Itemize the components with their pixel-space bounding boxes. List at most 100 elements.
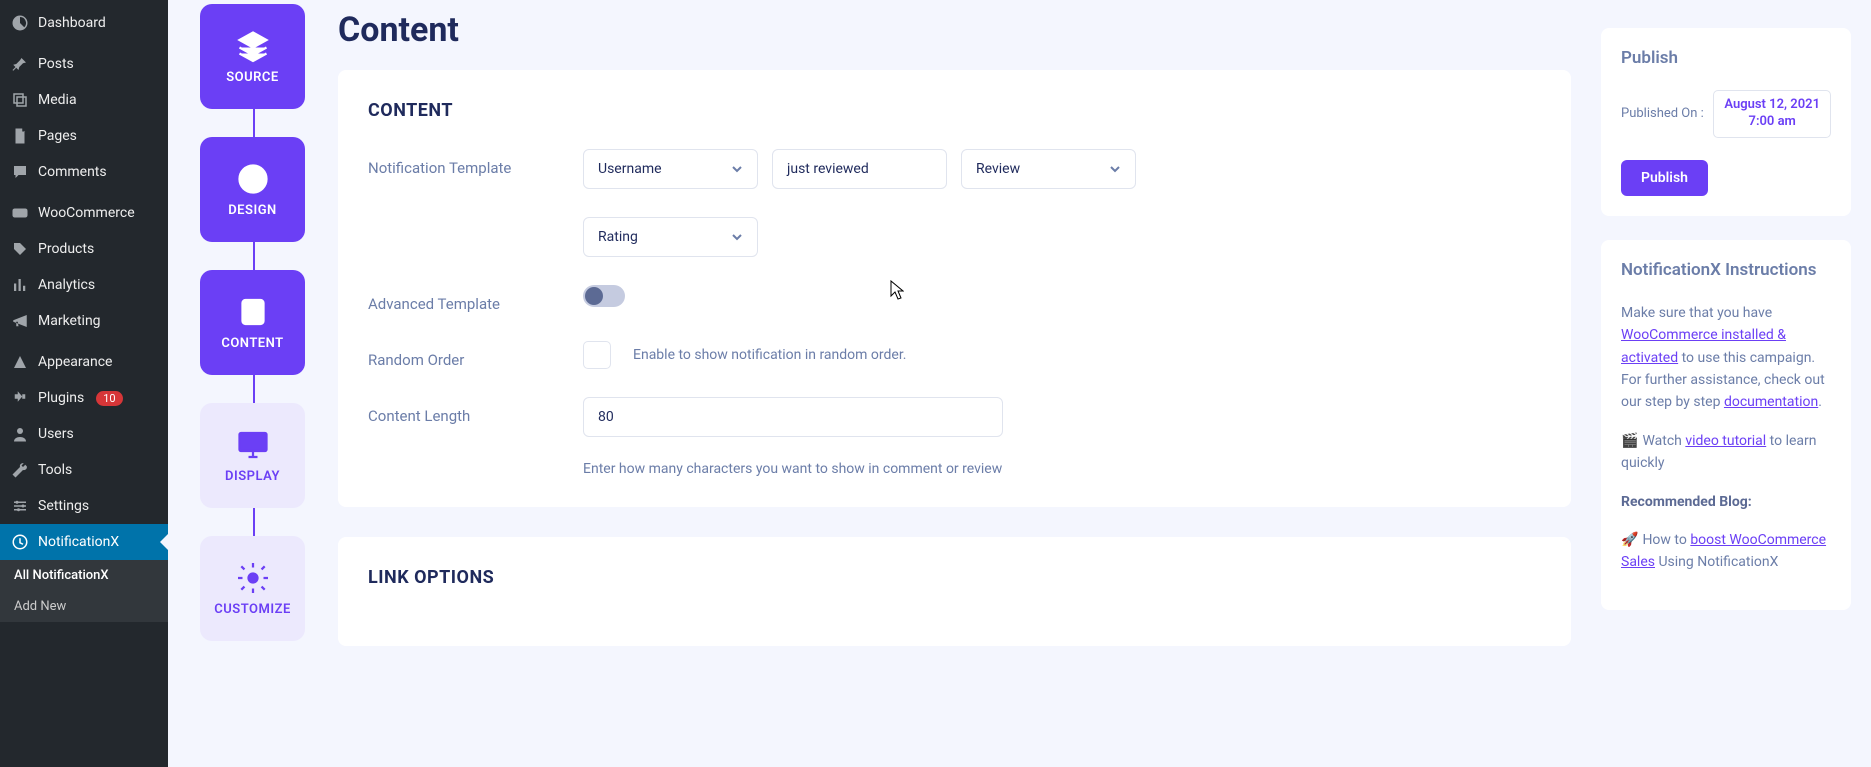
- sidebar-label: Products: [38, 241, 94, 257]
- sidebar-label: Pages: [38, 128, 77, 144]
- toggle-advanced-template[interactable]: [583, 285, 625, 307]
- instructions-card: NotificationX Instructions Make sure tha…: [1601, 240, 1851, 610]
- sidebar-label: Media: [38, 92, 77, 108]
- step-source[interactable]: SOURCE: [200, 4, 305, 109]
- sidebar-label: Appearance: [38, 354, 112, 370]
- comment-icon: [10, 162, 30, 182]
- main-content: Content CONTENT Notification Template Us…: [338, 0, 1601, 767]
- sidebar-item-comments[interactable]: Comments: [0, 154, 168, 190]
- sidebar-sub-all-notificationx[interactable]: All NotificationX: [0, 560, 168, 591]
- dropdown-value: Rating: [598, 229, 638, 245]
- dropdown-value: Username: [598, 161, 662, 177]
- sidebar-sub-label: All NotificationX: [14, 568, 109, 583]
- sidebar-item-settings[interactable]: Settings: [0, 488, 168, 524]
- step-customize[interactable]: CUSTOMIZE: [200, 536, 305, 641]
- label-advanced: Advanced Template: [368, 285, 583, 313]
- pages-icon: [10, 126, 30, 146]
- dropdown-review[interactable]: Review: [961, 149, 1136, 189]
- step-label: DISPLAY: [225, 469, 280, 484]
- sidebar-item-tools[interactable]: Tools: [0, 452, 168, 488]
- link-video-tutorial[interactable]: video tutorial: [1685, 433, 1766, 449]
- sidebar-item-woocommerce[interactable]: WooCommerce: [0, 195, 168, 231]
- settings-icon: [10, 496, 30, 516]
- sidebar-label: Plugins: [38, 390, 84, 406]
- step-design[interactable]: DESIGN: [200, 137, 305, 242]
- step-label: CUSTOMIZE: [214, 602, 291, 617]
- sidebar-sub-label: Add New: [14, 599, 66, 614]
- help-random: Enable to show notification in random or…: [633, 347, 906, 363]
- sidebar-item-users[interactable]: Users: [0, 416, 168, 452]
- instructions-p1: Make sure that you have WooCommerce inst…: [1621, 302, 1831, 414]
- chevron-down-icon: [731, 163, 743, 175]
- card-title-content: CONTENT: [368, 100, 1541, 121]
- monitor-icon: [235, 427, 271, 463]
- sidebar-item-dashboard[interactable]: Dashboard: [0, 5, 168, 41]
- link-options-card: LINK OPTIONS: [338, 537, 1571, 646]
- step-nav: SOURCE DESIGN CONTENT DISPLAY CUSTOMIZE: [168, 0, 338, 767]
- users-icon: [10, 424, 30, 444]
- row-advanced-template: Advanced Template: [368, 285, 1541, 313]
- step-label: SOURCE: [226, 70, 279, 85]
- published-on-value[interactable]: August 12, 2021 7:00 am: [1713, 90, 1831, 138]
- tools-icon: [10, 460, 30, 480]
- step-content[interactable]: CONTENT: [200, 270, 305, 375]
- sidebar-item-appearance[interactable]: Appearance: [0, 344, 168, 380]
- products-icon: [10, 239, 30, 259]
- wp-admin-sidebar: Dashboard Posts Media Pages Comments Woo…: [0, 0, 168, 767]
- sidebar-item-marketing[interactable]: Marketing: [0, 303, 168, 339]
- publish-time: 7:00 am: [1749, 114, 1796, 129]
- label-template: Notification Template: [368, 149, 583, 177]
- sidebar-label: Marketing: [38, 313, 101, 329]
- instructions-p2: 🎬Watch video tutorial to learn quickly: [1621, 430, 1831, 475]
- link-documentation[interactable]: documentation: [1724, 394, 1818, 410]
- sidebar-label: Settings: [38, 498, 89, 514]
- gear-icon: [235, 560, 271, 596]
- page-title: Content: [338, 10, 1571, 50]
- chevron-down-icon: [1109, 163, 1121, 175]
- notifx-icon: [10, 532, 30, 552]
- label-random: Random Order: [368, 341, 583, 369]
- sidebar-item-posts[interactable]: Posts: [0, 46, 168, 82]
- sidebar-label: Analytics: [38, 277, 95, 293]
- publish-date: August 12, 2021: [1724, 97, 1820, 112]
- sidebar-item-pages[interactable]: Pages: [0, 118, 168, 154]
- pin-icon: [10, 54, 30, 74]
- dashboard-icon: [10, 13, 30, 33]
- sidebar-label: NotificationX: [38, 534, 119, 550]
- publish-card: Publish Published On : August 12, 2021 7…: [1601, 28, 1851, 216]
- input-value: 80: [598, 409, 614, 425]
- dropdown-rating[interactable]: Rating: [583, 217, 758, 257]
- sidebar-label: Dashboard: [38, 15, 106, 31]
- publish-button[interactable]: Publish: [1621, 160, 1708, 196]
- input-middle-text[interactable]: just reviewed: [772, 149, 947, 189]
- content-card: CONTENT Notification Template Username j…: [338, 70, 1571, 507]
- sidebar-label: WooCommerce: [38, 205, 135, 221]
- sidebar-item-notificationx[interactable]: NotificationX: [0, 524, 168, 560]
- input-content-length[interactable]: 80: [583, 397, 1003, 437]
- dropdown-value: Review: [976, 161, 1020, 177]
- step-label: CONTENT: [221, 336, 283, 351]
- instructions-p3: Recommended Blog:: [1621, 491, 1831, 513]
- checkbox-random-order[interactable]: [583, 341, 611, 369]
- publish-title: Publish: [1621, 48, 1831, 68]
- analytics-icon: [10, 275, 30, 295]
- right-panel: Publish Published On : August 12, 2021 7…: [1601, 0, 1871, 767]
- sidebar-item-media[interactable]: Media: [0, 82, 168, 118]
- plugins-icon: [10, 388, 30, 408]
- sidebar-item-analytics[interactable]: Analytics: [0, 267, 168, 303]
- step-display[interactable]: DISPLAY: [200, 403, 305, 508]
- dropdown-username[interactable]: Username: [583, 149, 758, 189]
- row-template: Notification Template Username just revi…: [368, 149, 1541, 257]
- publish-row: Published On : August 12, 2021 7:00 am: [1621, 90, 1831, 138]
- instructions-title: NotificationX Instructions: [1621, 260, 1831, 280]
- input-value: just reviewed: [787, 161, 869, 177]
- play-icon: 🎬: [1621, 433, 1638, 449]
- media-icon: [10, 90, 30, 110]
- layers-icon: [235, 28, 271, 64]
- sidebar-item-products[interactable]: Products: [0, 231, 168, 267]
- sidebar-item-plugins[interactable]: Plugins10: [0, 380, 168, 416]
- sidebar-sub-add-new[interactable]: Add New: [0, 591, 168, 622]
- instructions-p4: 🚀How to boost WooCommerce Sales Using No…: [1621, 529, 1831, 574]
- published-on-label: Published On :: [1621, 106, 1704, 121]
- sidebar-label: Tools: [38, 462, 72, 478]
